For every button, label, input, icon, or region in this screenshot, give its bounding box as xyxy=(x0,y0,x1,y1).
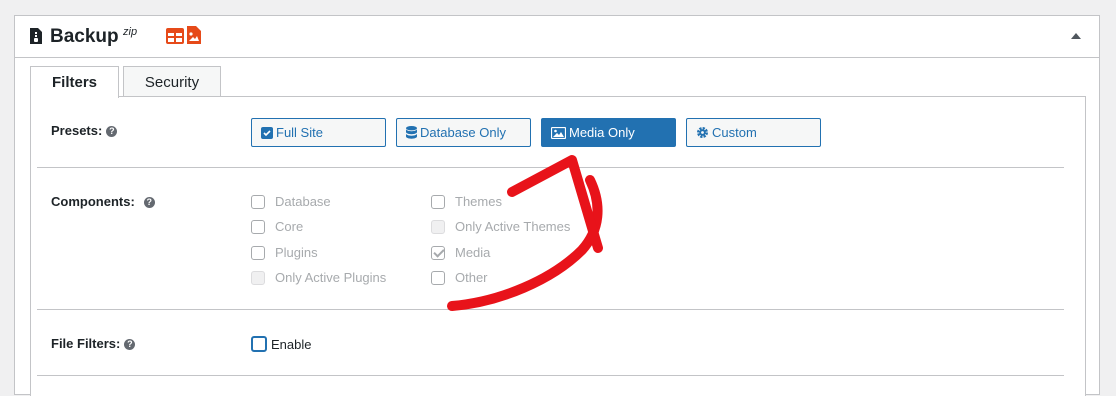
gear-icon xyxy=(697,127,708,138)
tab-filters[interactable]: Filters xyxy=(30,66,119,98)
preset-full-site-button[interactable]: Full Site xyxy=(251,118,386,147)
file-filters-enable[interactable]: Enable xyxy=(251,336,311,352)
panel-header: Backup zip xyxy=(15,16,1099,58)
checkbox-label: Core xyxy=(275,219,304,234)
component-other[interactable]: Other xyxy=(431,270,488,285)
checkbox-label: Database xyxy=(275,194,331,209)
checkbox[interactable] xyxy=(431,195,445,209)
panel-title-suffix: zip xyxy=(123,26,138,38)
component-themes[interactable]: Themes xyxy=(431,194,502,209)
checkbox-label: Themes xyxy=(455,194,502,209)
divider xyxy=(37,375,1064,376)
checkbox[interactable] xyxy=(431,246,445,260)
database-table-icon xyxy=(166,28,184,49)
components-label-text: Components: xyxy=(51,194,135,209)
enable-checkbox[interactable] xyxy=(251,336,267,352)
preset-full-site-label: Full Site xyxy=(276,125,323,140)
component-plugins[interactable]: Plugins xyxy=(251,245,318,260)
file-filters-label-text: File Filters: xyxy=(51,336,121,351)
checkbox[interactable] xyxy=(251,220,265,234)
image-icon xyxy=(550,126,567,140)
checkbox[interactable] xyxy=(431,271,445,285)
component-only-active-plugins[interactable]: Only Active Plugins xyxy=(251,270,386,285)
preset-custom-label: Custom xyxy=(712,125,757,140)
file-zip-icon xyxy=(29,27,43,50)
help-icon[interactable]: ? xyxy=(124,339,136,350)
preset-database-only-button[interactable]: Database Only xyxy=(396,118,531,147)
checkbox[interactable] xyxy=(431,220,445,234)
presets-label-text: Presets: xyxy=(51,123,103,138)
component-database[interactable]: Database xyxy=(251,194,331,209)
enable-label: Enable xyxy=(271,337,312,352)
checkbox-label: Only Active Themes xyxy=(455,219,571,234)
collapse-arrow-icon[interactable] xyxy=(1071,33,1081,39)
panel-title: Backup xyxy=(50,26,119,47)
divider xyxy=(37,309,1064,310)
checkbox-label: Plugins xyxy=(275,245,318,260)
checkbox[interactable] xyxy=(251,195,265,209)
preset-custom-button[interactable]: Custom xyxy=(686,118,821,147)
checkbox-label: Media xyxy=(455,245,491,260)
backup-panel: Backup zip Filters Security xyxy=(14,15,1100,396)
database-icon xyxy=(406,126,417,139)
checkbox-icon xyxy=(261,127,273,139)
checkbox[interactable] xyxy=(251,271,265,285)
component-core[interactable]: Core xyxy=(251,219,303,234)
preset-database-only-label: Database Only xyxy=(420,125,506,140)
media-file-icon xyxy=(187,26,201,49)
help-icon[interactable]: ? xyxy=(106,126,118,137)
preset-media-only-label: Media Only xyxy=(569,125,635,140)
file-filters-label: File Filters:? xyxy=(51,336,136,351)
divider xyxy=(37,167,1064,168)
components-label: Components:? xyxy=(51,194,155,209)
checkbox-label: Only Active Plugins xyxy=(275,270,387,285)
tab-security[interactable]: Security xyxy=(123,66,221,97)
preset-media-only-button[interactable]: Media Only xyxy=(541,118,676,147)
checkbox[interactable] xyxy=(251,246,265,260)
component-media[interactable]: Media xyxy=(431,245,490,260)
component-only-active-themes[interactable]: Only Active Themes xyxy=(431,219,570,234)
help-icon[interactable]: ? xyxy=(143,197,155,208)
presets-label: Presets:? xyxy=(51,123,118,138)
checkbox-label: Other xyxy=(455,270,488,285)
